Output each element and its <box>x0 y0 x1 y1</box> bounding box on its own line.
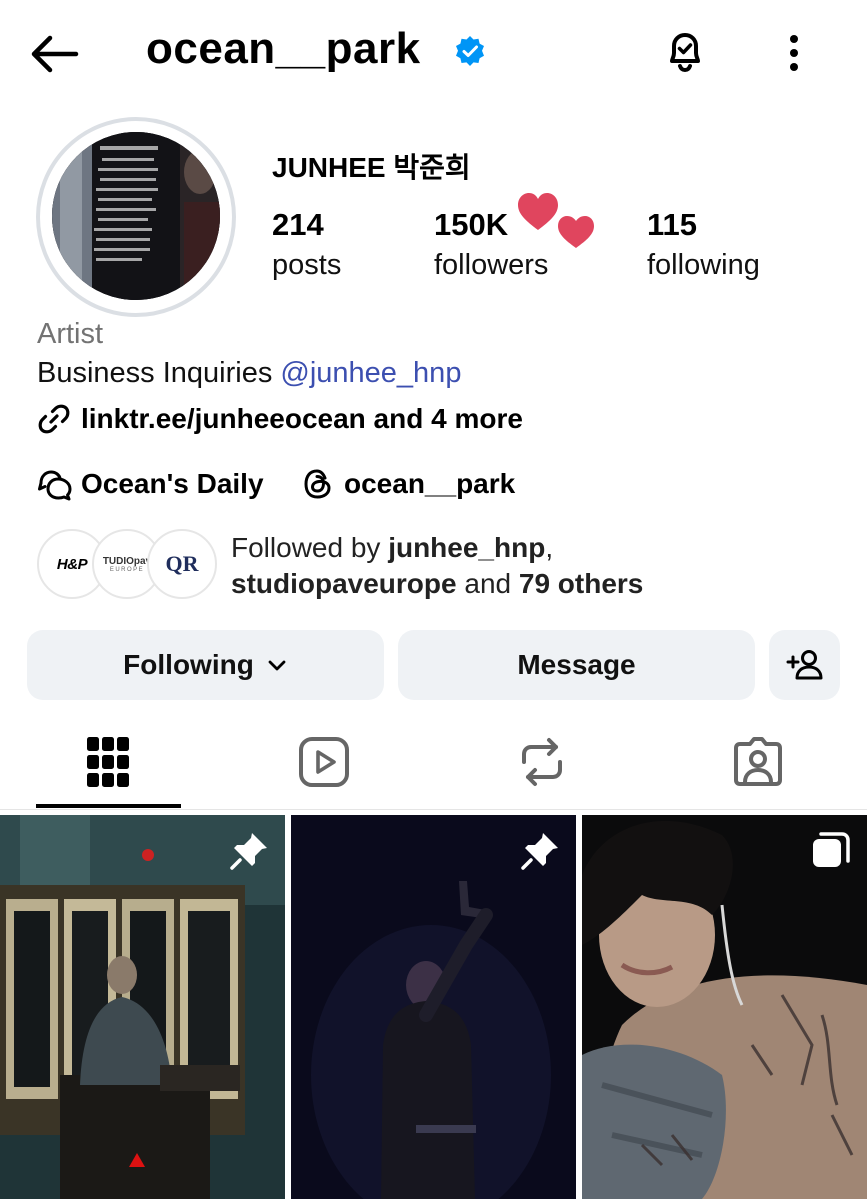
profile-username: ocean__park <box>146 24 421 73</box>
mutual-others-count: 79 others <box>518 568 644 599</box>
chip-label: Ocean's Daily <box>81 468 264 499</box>
notifications-button[interactable] <box>658 25 712 79</box>
posts-label: posts <box>272 249 342 281</box>
grid-icon <box>87 737 129 787</box>
separator: , <box>545 532 554 563</box>
mutual-avatar-logo-subtext: EUROPE <box>109 566 145 573</box>
tab-reposts[interactable] <box>470 718 614 806</box>
message-button-label: Message <box>517 649 636 680</box>
threads-profile-chip[interactable]: ocean__park <box>300 463 515 505</box>
chevron-down-icon <box>268 660 286 671</box>
post-thumbnail[interactable] <box>291 815 576 1199</box>
profile-avatar[interactable] <box>52 132 220 300</box>
mutual-avatar: QR <box>147 529 217 599</box>
profile-bio: Business Inquiries @junhee_hnp <box>37 357 461 390</box>
more-vertical-icon <box>790 35 798 71</box>
back-button[interactable] <box>26 30 82 78</box>
following-button[interactable]: Following <box>27 630 384 700</box>
bell-check-icon <box>670 33 700 73</box>
tagged-icon <box>734 737 782 786</box>
top-bar: ocean__park <box>0 0 867 110</box>
tab-reels[interactable] <box>252 718 396 806</box>
suggested-users-button[interactable] <box>769 630 840 700</box>
bio-mention-link[interactable]: @junhee_hnp <box>280 357 461 389</box>
tab-tagged[interactable] <box>686 718 830 806</box>
conjunction: and <box>456 568 519 599</box>
mutual-name: studiopaveurope <box>231 568 457 599</box>
following-count: 115 <box>647 207 698 242</box>
profile-links[interactable]: linktr.ee/junheeocean and 4 more <box>37 399 523 439</box>
pin-icon <box>521 833 558 870</box>
link-text: linktr.ee/junheeocean and 4 more <box>81 403 523 434</box>
arrow-left-icon <box>31 35 79 73</box>
bio-text: Business Inquiries <box>37 357 281 389</box>
add-person-icon <box>786 650 822 680</box>
following-button-label: Following <box>123 649 254 680</box>
mutual-name: junhee_hnp <box>388 532 546 563</box>
posts-count: 214 <box>272 207 324 242</box>
repost-icon <box>522 738 562 786</box>
posts-count-stat[interactable]: 214 posts <box>272 205 341 285</box>
post-thumbnail[interactable] <box>0 815 285 1199</box>
followed-by-prefix: Followed by <box>231 532 389 563</box>
chip-label: ocean__park <box>344 468 516 499</box>
chat-bubbles-icon <box>38 470 72 501</box>
profile-category: Artist <box>37 318 104 350</box>
mutual-avatar-logo: TUDIOpav <box>102 555 152 567</box>
mutual-followers-avatars[interactable]: H&P TUDIOpav EUROPE QR <box>37 529 217 601</box>
hearts-sticker-icon <box>518 193 594 248</box>
mutual-avatar-logo: QR <box>165 551 199 576</box>
mutual-avatar-logo: H&P <box>56 555 88 573</box>
reels-icon <box>299 737 349 787</box>
following-label: following <box>647 249 760 281</box>
carousel-icon <box>813 832 850 867</box>
followed-by-text[interactable]: Followed by junhee_hnp, studiopaveurope a… <box>231 530 851 602</box>
ocean-daily-channel-chip[interactable]: Ocean's Daily <box>37 463 264 505</box>
active-tab-indicator <box>36 804 181 808</box>
message-button[interactable]: Message <box>398 630 755 700</box>
tab-grid[interactable] <box>36 718 180 806</box>
followers-label: followers <box>434 249 549 281</box>
verified-badge-icon <box>456 36 484 66</box>
more-options-button[interactable] <box>776 30 812 76</box>
post-thumbnail[interactable] <box>582 815 867 1199</box>
pin-icon <box>230 833 267 870</box>
tab-divider <box>0 809 867 810</box>
link-icon <box>38 404 70 434</box>
threads-icon <box>304 469 331 499</box>
following-count-stat[interactable]: 115 following <box>647 205 760 285</box>
display-name: JUNHEE 박준희 <box>272 152 471 183</box>
